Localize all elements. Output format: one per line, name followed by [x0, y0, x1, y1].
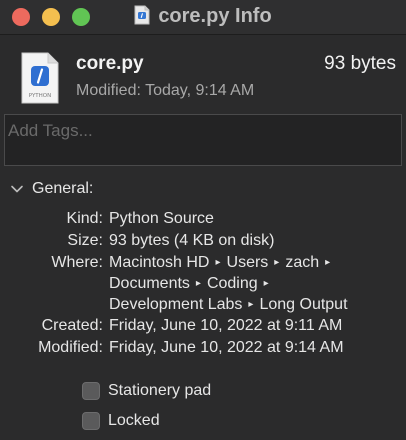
path-separator-icon: ▸ — [195, 278, 201, 289]
file-name: core.py — [76, 53, 144, 74]
stationery-pad-option[interactable]: Stationery pad — [82, 380, 211, 402]
path-separator-icon: ▸ — [263, 278, 269, 289]
chevron-down-icon — [11, 185, 23, 193]
kind-value: Python Source — [109, 210, 214, 227]
where-path-line-1: Macintosh HD ▸ Users ▸ zach ▸ — [109, 254, 336, 272]
python-file-icon: PYTHON — [20, 52, 60, 104]
path-separator-icon: ▸ — [325, 257, 331, 268]
path-segment: Users — [226, 254, 269, 271]
path-separator-icon: ▸ — [274, 257, 280, 268]
file-size: 93 bytes — [324, 53, 396, 74]
stationery-pad-label[interactable]: Stationery pad — [108, 382, 211, 400]
locked-option[interactable]: Locked — [82, 410, 160, 432]
modified-value: Friday, June 10, 2022 at 9:14 AM — [109, 339, 344, 356]
size-row: Size: 93 bytes (4 KB on disk) — [0, 232, 406, 253]
modified-row: Modified: Friday, June 10, 2022 at 9:14 … — [0, 339, 406, 360]
locked-checkbox[interactable] — [82, 412, 100, 430]
kind-label: Kind: — [66, 210, 103, 227]
stationery-pad-checkbox[interactable] — [82, 382, 100, 400]
modified-summary: Modified: Today, 9:14 AM — [76, 82, 255, 99]
path-segment: Documents — [109, 275, 190, 292]
path-segment: Coding — [206, 275, 258, 292]
title-bar: core.py Info — [0, 0, 406, 35]
general-section-header: General: — [32, 180, 94, 197]
path-separator-icon: ▸ — [215, 257, 221, 268]
where-label: Where: — [51, 254, 103, 271]
where-path-line-3: Development Labs ▸ Long Output — [109, 296, 348, 314]
path-segment: Long Output — [259, 296, 348, 313]
where-path-line-2: Documents ▸ Coding ▸ — [109, 275, 275, 293]
size-value: 93 bytes (4 KB on disk) — [109, 232, 275, 249]
path-segment: Macintosh HD — [109, 254, 210, 271]
tags-field-container[interactable] — [4, 114, 402, 166]
where-row-continued: Development Labs ▸ Long Output — [0, 296, 406, 317]
window-title: core.py Info — [0, 5, 406, 28]
general-section-toggle[interactable]: General: — [10, 178, 93, 200]
where-row-continued: Documents ▸ Coding ▸ — [0, 275, 406, 296]
path-separator-icon: ▸ — [248, 299, 254, 310]
document-icon — [134, 5, 150, 25]
path-segment: Development Labs — [109, 296, 243, 313]
add-tags-input[interactable] — [8, 117, 398, 145]
file-icon-caption: PYTHON — [29, 93, 52, 99]
path-segment: zach — [285, 254, 320, 271]
locked-label[interactable]: Locked — [108, 412, 160, 430]
created-value: Friday, June 10, 2022 at 9:11 AM — [109, 317, 343, 334]
size-label: Size: — [67, 232, 103, 249]
kind-row: Kind: Python Source — [0, 210, 406, 231]
modified-label: Modified: — [38, 339, 103, 356]
where-row: Where: Macintosh HD ▸ Users ▸ zach ▸ — [0, 254, 406, 275]
created-row: Created: Friday, June 10, 2022 at 9:11 A… — [0, 317, 406, 338]
created-label: Created: — [41, 317, 103, 334]
